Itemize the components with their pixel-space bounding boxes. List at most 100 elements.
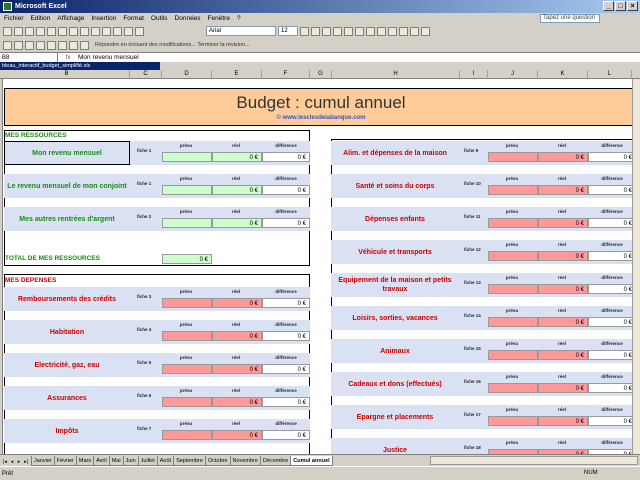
prevu-cell[interactable] <box>162 298 212 308</box>
col-header[interactable]: F <box>262 70 310 79</box>
sheet-tab[interactable]: Septembre <box>173 456 206 466</box>
reel-cell[interactable]: 0 € <box>212 430 262 440</box>
prevu-cell[interactable] <box>488 251 538 261</box>
reel-cell[interactable]: 0 € <box>212 298 262 308</box>
prevu-cell[interactable] <box>488 185 538 195</box>
site-link[interactable]: © www.lesclesdelabanque.com <box>5 115 637 121</box>
col-header[interactable]: J <box>488 70 538 79</box>
review-icon-6[interactable] <box>58 40 67 50</box>
sheet-tab[interactable]: Novembre <box>229 456 261 466</box>
reel-cell[interactable]: 0 € <box>538 185 588 195</box>
reel-cell[interactable]: 0 € <box>212 152 262 162</box>
sheet-tab[interactable]: Janvier <box>31 456 55 466</box>
menu-outils[interactable]: Outils <box>151 15 168 22</box>
next-sheet-icon[interactable]: ▸ <box>16 458 22 466</box>
fill-color-icon[interactable] <box>410 26 419 36</box>
menu-insertion[interactable]: Insertion <box>91 15 116 22</box>
fiche-link[interactable]: fiche 13 <box>464 280 481 285</box>
diff-cell[interactable]: 0 € <box>588 185 636 195</box>
resources-total-value[interactable]: 0 € <box>162 254 212 264</box>
col-header[interactable]: G <box>310 70 332 79</box>
sheet-tab[interactable]: Cumul annuel <box>290 456 333 466</box>
name-box[interactable]: B8 <box>0 52 58 63</box>
chart-icon[interactable] <box>135 26 144 36</box>
reel-cell[interactable]: 0 € <box>538 251 588 261</box>
diff-cell[interactable]: 0 € <box>262 397 310 407</box>
sheet-tab[interactable]: Mai <box>108 456 124 466</box>
open-icon[interactable] <box>14 26 23 36</box>
prevu-cell[interactable] <box>162 397 212 407</box>
col-header[interactable]: E <box>212 70 262 79</box>
borders-icon[interactable] <box>399 26 408 36</box>
review-icon-3[interactable] <box>25 40 34 50</box>
fiche-link[interactable]: fiche 5 <box>137 360 151 365</box>
reel-cell[interactable]: 0 € <box>538 218 588 228</box>
fiche-link[interactable]: fiche 15 <box>464 346 481 351</box>
prevu-cell[interactable] <box>162 331 212 341</box>
col-header[interactable]: C <box>130 70 162 79</box>
diff-cell[interactable]: 0 € <box>588 218 636 228</box>
formula-input[interactable]: Mon revenu mensuel <box>78 54 139 61</box>
reel-cell[interactable]: 0 € <box>538 317 588 327</box>
prevu-cell[interactable] <box>488 416 538 426</box>
menu-affichage[interactable]: Affichage <box>57 15 84 22</box>
col-header[interactable]: K <box>538 70 588 79</box>
fiche-link[interactable]: fiche 17 <box>464 412 481 417</box>
font-size-select[interactable]: 12 <box>278 26 298 36</box>
prevu-cell[interactable] <box>488 317 538 327</box>
diff-cell[interactable]: 0 € <box>588 383 636 393</box>
review-icon-5[interactable] <box>47 40 56 50</box>
menu-edition[interactable]: Edition <box>31 15 51 22</box>
fiche-link[interactable]: fiche 1 <box>137 148 151 153</box>
diff-cell[interactable]: 0 € <box>588 416 636 426</box>
prevu-cell[interactable] <box>488 350 538 360</box>
fiche-link[interactable]: fiche 9 <box>464 148 478 153</box>
undo-icon[interactable] <box>102 26 111 36</box>
prevu-cell[interactable] <box>162 152 212 162</box>
prevu-cell[interactable] <box>488 383 538 393</box>
align-left-icon[interactable] <box>333 26 342 36</box>
fiche-link[interactable]: fiche 3 <box>137 294 151 299</box>
fiche-link[interactable]: fiche 12 <box>464 247 481 252</box>
fiche-link[interactable]: fiche 11 <box>464 214 481 219</box>
currency-icon[interactable] <box>377 26 386 36</box>
menu-fichier[interactable]: Fichier <box>4 15 24 22</box>
italic-icon[interactable] <box>311 26 320 36</box>
help-input[interactable]: Tapez une question <box>540 14 600 23</box>
sheet-tab[interactable]: Juillet <box>137 456 158 466</box>
spell-icon[interactable] <box>58 26 67 36</box>
col-header[interactable]: D <box>162 70 212 79</box>
reel-cell[interactable]: 0 € <box>538 152 588 162</box>
sum-icon[interactable] <box>113 26 122 36</box>
prevu-cell[interactable] <box>162 364 212 374</box>
menu-donnees[interactable]: Données <box>175 15 201 22</box>
diff-cell[interactable]: 0 € <box>262 185 310 195</box>
diff-cell[interactable]: 0 € <box>262 298 310 308</box>
diff-cell[interactable]: 0 € <box>588 251 636 261</box>
diff-cell[interactable]: 0 € <box>262 430 310 440</box>
prevu-cell[interactable] <box>488 284 538 294</box>
new-icon[interactable] <box>3 26 12 36</box>
fiche-link[interactable]: fiche 1 <box>137 181 151 186</box>
col-header[interactable]: I <box>460 70 488 79</box>
sheet-tab[interactable]: Avril <box>93 456 110 466</box>
reel-cell[interactable]: 0 € <box>212 218 262 228</box>
align-right-icon[interactable] <box>355 26 364 36</box>
prevu-cell[interactable] <box>488 218 538 228</box>
fiche-link[interactable]: fiche 4 <box>137 327 151 332</box>
col-header[interactable]: L <box>588 70 632 79</box>
sheet-tab[interactable]: Février <box>53 456 77 466</box>
align-center-icon[interactable] <box>344 26 353 36</box>
reel-cell[interactable]: 0 € <box>212 364 262 374</box>
last-sheet-icon[interactable]: ▸| <box>23 458 29 466</box>
review-icon-7[interactable] <box>69 40 78 50</box>
menu-fenetre[interactable]: Fenêtre <box>208 15 230 22</box>
diff-cell[interactable]: 0 € <box>262 218 310 228</box>
save-icon[interactable] <box>25 26 34 36</box>
fiche-link[interactable]: fiche 14 <box>464 313 481 318</box>
sheet-tab[interactable]: Mars <box>75 456 95 466</box>
review-icon-2[interactable] <box>14 40 23 50</box>
percent-icon[interactable] <box>388 26 397 36</box>
review-icon-4[interactable] <box>36 40 45 50</box>
diff-cell[interactable]: 0 € <box>588 350 636 360</box>
